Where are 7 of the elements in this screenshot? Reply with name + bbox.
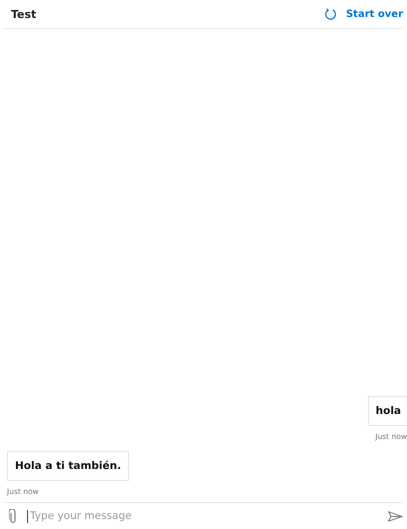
user-message: hola — [368, 396, 407, 426]
send-icon[interactable] — [388, 510, 403, 522]
start-over-button[interactable]: Start over — [324, 8, 403, 20]
attach-icon[interactable] — [9, 508, 17, 524]
chat-title: Test — [11, 8, 36, 20]
refresh-icon — [324, 8, 337, 20]
bot-message: Hola a ti también. — [7, 451, 130, 481]
